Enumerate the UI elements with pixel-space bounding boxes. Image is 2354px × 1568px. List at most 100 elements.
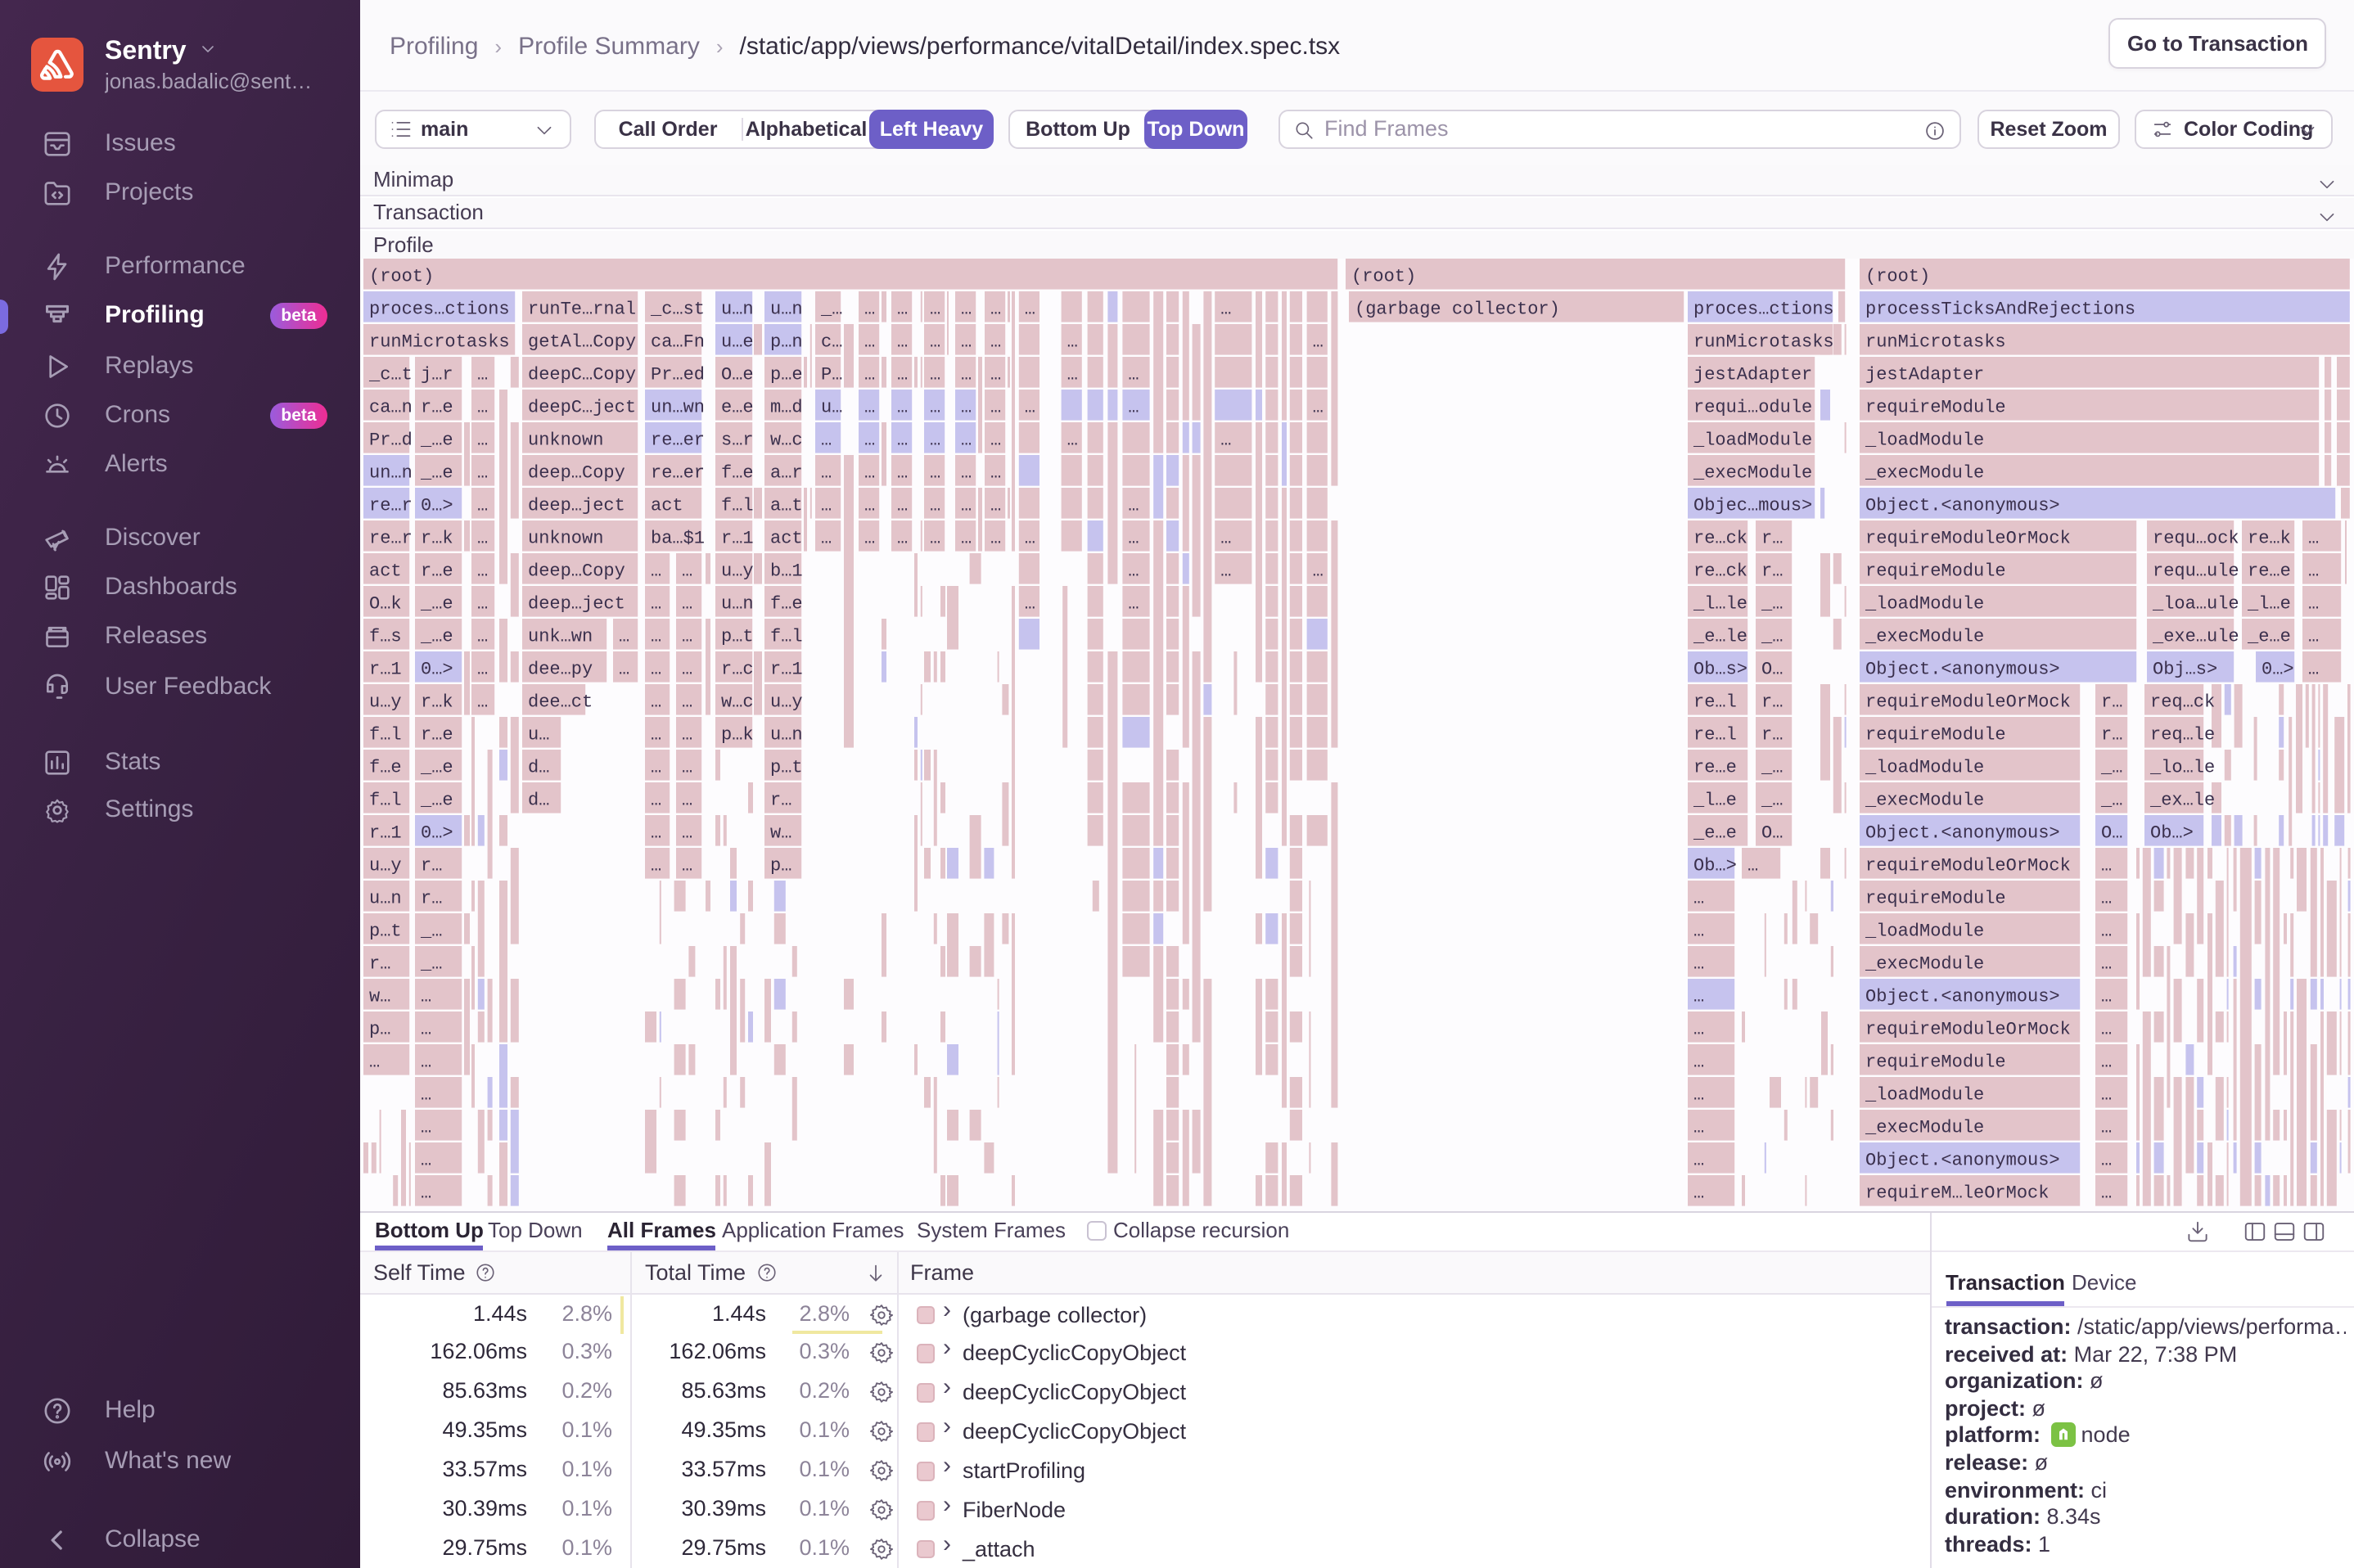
svg-text:f…l: f…l [369, 791, 402, 811]
svg-text:…: … [1693, 889, 1704, 909]
svg-text:u…y: u…y [369, 692, 402, 713]
svg-text:ca…n: ca…n [369, 398, 413, 418]
svg-text:0…>: 0…> [421, 496, 453, 516]
svg-text:…: … [864, 365, 875, 385]
svg-text:m…d: m…d [770, 398, 803, 418]
svg-text:…: … [2101, 921, 2112, 942]
svg-text:_e…e: _e…e [1693, 823, 1737, 844]
svg-text:deepC…ject: deepC…ject [528, 398, 636, 418]
svg-text:u…n: u…n [369, 889, 402, 909]
svg-text:p…n: p…n [770, 332, 803, 353]
svg-text:re…er: re…er [651, 463, 705, 484]
svg-text:dee…py: dee…py [528, 660, 593, 680]
svg-text:e…e: e…e [721, 398, 754, 418]
svg-text:f…e: f…e [721, 463, 754, 484]
svg-text:…: … [961, 398, 972, 418]
svg-text:act: act [369, 561, 402, 582]
svg-text:…: … [651, 856, 661, 876]
svg-text:p…: p… [770, 856, 791, 876]
svg-text:r…: r… [2101, 725, 2122, 746]
svg-text:…: … [897, 332, 908, 353]
svg-text:_…: _… [1761, 627, 1783, 647]
svg-text:f…e: f…e [369, 758, 402, 778]
svg-text:_ex…le: _ex…le [2149, 791, 2215, 811]
svg-text:Pr…d: Pr…d [369, 430, 413, 451]
svg-text:Object.<anonymous>: Object.<anonymous> [1865, 823, 2060, 844]
svg-text:0…>: 0…> [421, 823, 453, 844]
svg-text:…: … [1128, 561, 1139, 582]
svg-text:p…e: p…e [770, 365, 803, 385]
svg-text:…: … [421, 1085, 431, 1106]
svg-text:unknown: unknown [528, 430, 603, 451]
svg-text:Object.<anonymous>: Object.<anonymous> [1865, 987, 2060, 1007]
svg-text:r…: r… [770, 791, 791, 811]
svg-text:jestAdapter: jestAdapter [1865, 365, 1984, 385]
svg-text:requireModuleOrMock: requireModuleOrMock [1865, 692, 2071, 713]
svg-text:deep…Copy: deep…Copy [528, 463, 625, 484]
svg-text:…: … [864, 332, 875, 353]
svg-text:…: … [1220, 300, 1231, 320]
svg-text:_execModule: _execModule [1865, 627, 1984, 647]
svg-text:w…c: w…c [770, 430, 803, 451]
svg-text:…: … [821, 463, 832, 484]
svg-text:u…y: u…y [721, 561, 754, 582]
svg-text:r…: r… [421, 889, 442, 909]
svg-text:re…er: re…er [651, 430, 705, 451]
svg-text:r…: r… [369, 954, 390, 975]
svg-text:re…l: re…l [1693, 725, 1737, 746]
svg-text:r…1: r…1 [369, 660, 402, 680]
svg-text:…: … [1067, 365, 1078, 385]
svg-text:_execModule: _execModule [1693, 463, 1812, 484]
svg-text:p…t: p…t [770, 758, 803, 778]
svg-text:ba…$1: ba…$1 [651, 529, 705, 549]
svg-text:re…k: re…k [2248, 529, 2291, 549]
svg-text:…: … [1693, 1151, 1704, 1171]
svg-text:O…e: O…e [721, 365, 754, 385]
svg-text:requireModuleOrMock: requireModuleOrMock [1865, 1020, 2071, 1040]
svg-text:…: … [2308, 529, 2319, 549]
svg-text:u…y: u…y [770, 692, 803, 713]
svg-text:_loadModule: _loadModule [1865, 1085, 1984, 1106]
svg-text:0…>: 0…> [421, 660, 453, 680]
svg-text:_lo…le: _lo…le [2149, 758, 2215, 778]
svg-text:…: … [2101, 1183, 2112, 1204]
svg-text:u…n: u…n [721, 594, 754, 615]
svg-text:…: … [477, 398, 488, 418]
svg-text:…: … [682, 627, 692, 647]
svg-text:…: … [651, 791, 661, 811]
svg-text:(root): (root) [1865, 267, 1930, 287]
svg-text:…: … [930, 332, 940, 353]
svg-text:_…: _… [1761, 594, 1783, 615]
svg-text:_…: _… [420, 954, 442, 975]
svg-text:getAl…Copy: getAl…Copy [528, 332, 636, 353]
svg-text:requi…odule: requi…odule [1693, 398, 1812, 418]
svg-text:…: … [1313, 332, 1324, 353]
svg-text:…: … [651, 627, 661, 647]
svg-text:…: … [990, 365, 1001, 385]
svg-text:r…: r… [1761, 725, 1783, 746]
svg-text:req…ck: req…ck [2150, 692, 2215, 713]
svg-text:…: … [1747, 856, 1758, 876]
svg-text:_…: _… [820, 300, 842, 320]
svg-text:…: … [682, 561, 692, 582]
svg-text:p…t: p…t [721, 627, 754, 647]
svg-text:…: … [897, 496, 908, 516]
svg-text:…: … [619, 627, 629, 647]
svg-text:…: … [2101, 954, 2112, 975]
svg-text:…: … [1313, 398, 1324, 418]
svg-text:p…t: p…t [369, 921, 402, 942]
svg-text:…: … [682, 758, 692, 778]
svg-text:Objec…mous>: Objec…mous> [1693, 496, 1812, 516]
svg-text:c…: c… [821, 332, 842, 353]
svg-text:re…e: re…e [2248, 561, 2291, 582]
svg-text:s…r: s…r [721, 430, 754, 451]
svg-text:…: … [990, 398, 1001, 418]
svg-text:p…: p… [369, 1020, 390, 1040]
svg-text:_l…le: _l…le [1693, 594, 1747, 615]
svg-text:Ob…s>: Ob…s> [1693, 660, 1747, 680]
svg-text:_loadModule: _loadModule [1865, 430, 1984, 451]
svg-text:…: … [651, 725, 661, 746]
svg-text:…: … [1220, 430, 1231, 451]
svg-text:_execModule: _execModule [1865, 791, 1984, 811]
svg-text:O…: O… [1761, 660, 1783, 680]
